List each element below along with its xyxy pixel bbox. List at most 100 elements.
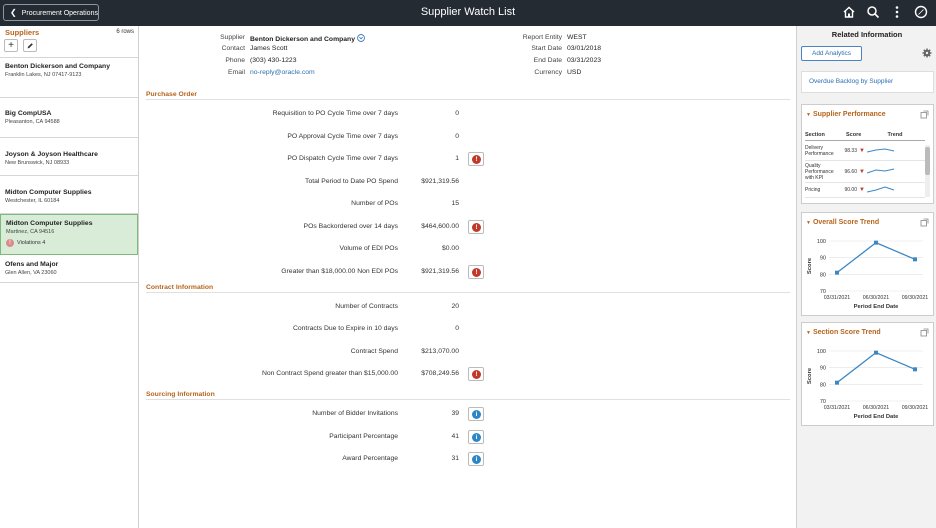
chevron-down-circle-icon[interactable]	[357, 34, 365, 42]
phone-label: Phone	[225, 57, 245, 64]
supplier-item[interactable]: Joyson & Joyson Healthcare New Brunswick…	[0, 138, 138, 176]
tile-title-text: Section Score Trend	[812, 329, 881, 336]
metric-label: POs Backordered over 14 days	[303, 222, 398, 230]
metric-value: 41	[451, 432, 459, 440]
column-header: Score	[846, 132, 862, 138]
data-point	[874, 240, 878, 245]
table-row[interactable]: Pricing 90.00 ▼	[805, 183, 925, 198]
contact-label: Contact	[221, 45, 245, 52]
search-icon[interactable]	[866, 5, 880, 19]
down-arrow-icon: ▼	[859, 187, 865, 193]
alert-button[interactable]: !	[468, 219, 484, 234]
metric-label: Non Contract Spend greater than $15,000.…	[261, 369, 398, 377]
overall-score-title[interactable]: ▼ Overall Score Trend	[806, 219, 879, 226]
info-icon: i	[472, 432, 481, 442]
alert-button[interactable]: !	[468, 366, 484, 381]
down-arrow-icon: ▼	[859, 168, 865, 175]
navbar-icon[interactable]	[914, 5, 928, 19]
data-point	[913, 257, 917, 262]
metric-value: 31	[451, 455, 459, 463]
email-link[interactable]: no-reply@oracle.com	[250, 69, 315, 76]
add-analytics-button[interactable]: Add Analytics	[801, 46, 862, 61]
table-row[interactable]: Quality Performance with KPI 96.60 ▼	[805, 161, 925, 183]
supplier-detail: Supplier Benton Dickerson and Company Co…	[140, 26, 796, 528]
table-row[interactable]: Delivery Performance 98.33 ▼	[805, 141, 925, 161]
scrollbar[interactable]	[925, 145, 930, 197]
y-tick-label: 100	[817, 349, 826, 355]
sourcing-info-title: Sourcing Information	[146, 391, 215, 398]
entity-label: Report Entity	[522, 34, 562, 41]
data-point	[835, 270, 839, 275]
expand-icon[interactable]	[920, 328, 929, 337]
alert-button[interactable]: !	[468, 264, 484, 279]
start-date-label: Start Date	[531, 45, 562, 52]
metric-value: $708,249.56	[421, 369, 459, 377]
supplier-performance-title[interactable]: ▼ Supplier Performance	[806, 111, 886, 118]
collapse-icon: ▼	[806, 112, 811, 118]
home-icon[interactable]	[842, 5, 856, 19]
chevron-left-icon: ❮	[10, 8, 17, 17]
x-tick-label: 06/30/2021	[863, 295, 890, 301]
metric-value: 15	[451, 200, 459, 207]
suppliers-title: Suppliers	[5, 28, 40, 37]
related-info-title: Related Information	[831, 30, 903, 39]
currency-label: Currency	[534, 69, 562, 76]
info-button[interactable]: i	[468, 452, 484, 467]
tile-title-text: Overall Score Trend	[812, 219, 880, 226]
contract-info-title: Contract Information	[146, 284, 214, 291]
info-button[interactable]: i	[468, 407, 484, 421]
supplier-name: Joyson & Joyson Healthcare	[5, 151, 98, 158]
supplier-address: Franklin Lakes, NJ 07417-9123	[5, 72, 82, 78]
overdue-backlog-link[interactable]: Overdue Backlog by Supplier	[801, 71, 934, 93]
row-count: 6 rows	[116, 29, 134, 35]
metric-value: 1	[455, 155, 459, 162]
expand-icon[interactable]	[920, 110, 929, 119]
metric-label: Number of Contracts	[335, 303, 398, 310]
trend-sparkline	[866, 147, 895, 152]
section-cell: Pricing	[805, 187, 821, 193]
expand-icon[interactable]	[920, 218, 929, 227]
violations-text: Violations 4	[17, 240, 46, 246]
info-icon: i	[472, 455, 481, 465]
metric-value: 39	[451, 410, 459, 417]
down-arrow-icon: ▼	[859, 147, 865, 154]
supplier-address: Glen Allen, VA 23060	[5, 270, 57, 276]
x-tick-label: 09/30/2021	[902, 405, 929, 411]
email-label: Email	[228, 69, 245, 76]
metric-label: Contracts Due to Expire in 10 days	[292, 325, 398, 333]
alert-button[interactable]: !	[468, 152, 484, 166]
score-cell: 98.33	[844, 147, 857, 154]
alert-icon: !	[472, 267, 481, 277]
supplier-item-selected[interactable]: Midton Computer Supplies Martinez, CA 94…	[0, 214, 138, 255]
metric-value: 0	[455, 110, 459, 117]
divider	[146, 292, 790, 293]
section-cell: Delivery Performance	[805, 144, 834, 157]
section-score-title[interactable]: ▼ Section Score Trend	[806, 329, 881, 336]
supplier-value[interactable]: Benton Dickerson and Company	[250, 34, 365, 43]
table-header: Section Score Trend	[805, 132, 925, 141]
metric-label: Greater than $18,000.00 Non EDI POs	[281, 267, 398, 275]
alert-icon: !	[472, 369, 481, 379]
divider	[146, 99, 790, 100]
section-score-chart: 70809010003/31/2021 06/30/2021 09/30/2021P…	[807, 349, 929, 420]
supplier-item[interactable]: Big CompUSA Pleasanton, CA 94588	[0, 98, 138, 138]
metric-label: Award Percentage	[342, 455, 398, 463]
supplier-name: Ofens and Major	[5, 261, 59, 268]
supplier-label: Supplier	[220, 34, 245, 41]
x-axis-label: Period End Date	[854, 414, 900, 420]
metric-label: Volume of EDI POs	[339, 245, 398, 252]
alert-icon: !	[472, 222, 481, 232]
supplier-name: Midton Computer Supplies	[6, 220, 93, 227]
supplier-item[interactable]: Midton Computer Supplies Westchester, IL…	[0, 176, 138, 214]
collapse-icon: ▼	[806, 330, 811, 336]
edit-button[interactable]	[23, 39, 37, 52]
supplier-item[interactable]: Ofens and Major Glen Allen, VA 23060	[0, 255, 138, 283]
actions-menu-icon[interactable]	[890, 5, 904, 19]
y-tick-label: 80	[820, 272, 826, 278]
add-supplier-button[interactable]: +	[4, 39, 18, 52]
scrollbar-thumb[interactable]	[925, 147, 930, 175]
supplier-item[interactable]: Benton Dickerson and Company Franklin La…	[0, 58, 138, 98]
back-button[interactable]: ❮ Procurement Operations	[3, 4, 99, 21]
info-button[interactable]: i	[468, 429, 484, 444]
gear-icon[interactable]	[922, 48, 932, 58]
